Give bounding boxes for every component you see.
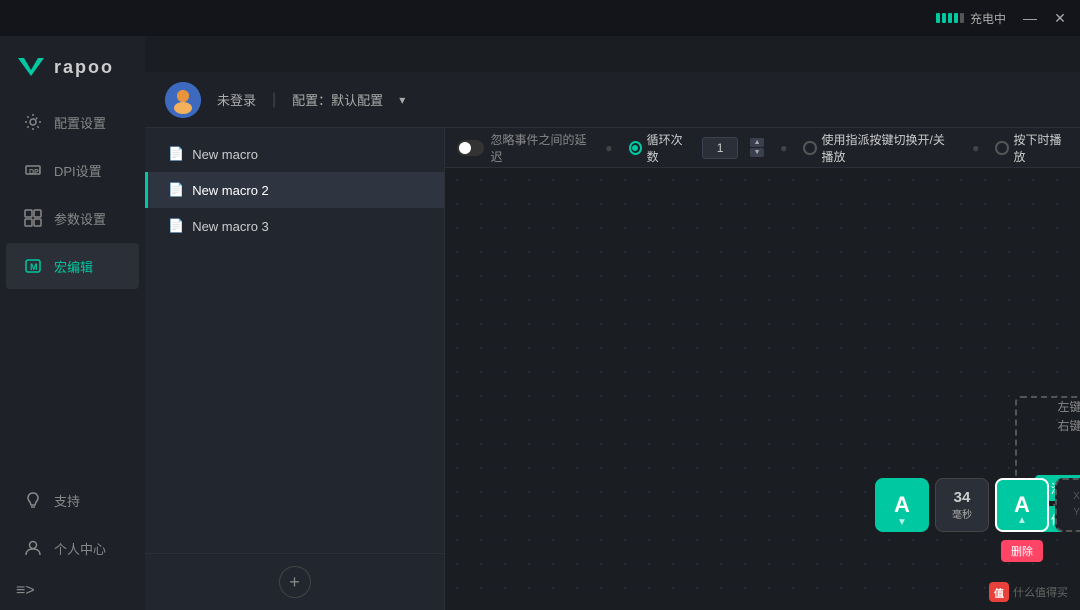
watermark-text: 什么值得买 xyxy=(1013,584,1068,600)
title-bar-controls: — ✕ xyxy=(1022,10,1068,26)
battery-icon xyxy=(936,13,964,23)
node-delay-value: 34 xyxy=(954,489,971,506)
params-label: 参数设置 xyxy=(54,209,106,228)
svg-text:M: M xyxy=(30,262,38,272)
config-label: 配置设置 xyxy=(54,113,106,132)
profile-label: 个人中心 xyxy=(54,539,106,558)
sidebar-item-config[interactable]: 配置设置 xyxy=(6,99,139,145)
app-container: rapoo 配置设置 DPI DPI设置 参数设置 M 宏编辑 xyxy=(0,36,1080,610)
toolbar-sep-3: ● xyxy=(972,141,979,155)
header-divider: | xyxy=(272,91,276,109)
hint-line1: 左键点击选中 xyxy=(1057,400,1080,414)
macro-item-1-label: New macro xyxy=(192,147,258,162)
macro-item-2-label: New macro 2 xyxy=(192,183,269,198)
macro-icon: M xyxy=(22,255,44,277)
minimize-button[interactable]: — xyxy=(1022,10,1038,26)
macro-item-3-label: New macro 3 xyxy=(192,219,269,234)
macro-list: 📄 New macro 📄 New macro 2 📄 New macro 3 xyxy=(145,128,444,553)
svg-text:DPI: DPI xyxy=(29,169,41,176)
user-login-label[interactable]: 未登录 xyxy=(217,90,256,109)
content-area: 📄 New macro 📄 New macro 2 📄 New macro 3 … xyxy=(145,128,1080,610)
dpi-label: DPI设置 xyxy=(54,161,102,180)
logo-text: rapoo xyxy=(54,57,114,78)
hold-radio[interactable]: 按下时播放 xyxy=(995,131,1068,165)
editor-canvas: 左键点击选中 右键点击编辑 按键 添加 延迟 修改 坐标 xyxy=(445,168,1080,610)
node-a2-arrow: ▲ xyxy=(1017,515,1027,526)
params-icon xyxy=(22,207,44,229)
ignore-delay-toggle-group: 忽略事件之间的延迟 xyxy=(457,131,589,165)
delegate-label: 使用指派按键切换开/关播放 xyxy=(822,131,957,165)
delete-node-button[interactable]: 删除 xyxy=(1001,540,1043,562)
delegate-radio[interactable]: 使用指派按键切换开/关播放 xyxy=(803,131,956,165)
node-a1-letter: A xyxy=(894,494,910,516)
macro-item-2[interactable]: 📄 New macro 2 xyxy=(145,172,444,208)
sidebar: rapoo 配置设置 DPI DPI设置 参数设置 M 宏编辑 xyxy=(0,36,145,610)
sidebar-expand-btn[interactable]: ≡> xyxy=(0,572,145,610)
editor-toolbar: 忽略事件之间的延迟 ● 循环次数 ▲ ▼ ● 使用指派按键切换开/关播放 xyxy=(445,128,1080,168)
macro-item-3[interactable]: 📄 New macro 3 xyxy=(145,208,444,244)
node-a2-letter: A xyxy=(1014,494,1030,516)
node-coord1-y: Y: 0 xyxy=(1073,505,1080,521)
watermark-icon: 值 xyxy=(989,582,1009,602)
config-dropdown-icon[interactable]: ▾ xyxy=(399,93,405,107)
user-avatar xyxy=(165,82,201,118)
v-logo xyxy=(16,52,46,82)
logo-area: rapoo xyxy=(0,44,145,98)
hold-label: 按下时播放 xyxy=(1014,131,1069,165)
delegate-radio-dot xyxy=(803,141,816,155)
loop-count-spinners: ▲ ▼ xyxy=(750,138,764,157)
sidebar-item-dpi[interactable]: DPI DPI设置 xyxy=(6,147,139,193)
sidebar-item-profile[interactable]: 个人中心 xyxy=(6,525,139,571)
add-macro-button[interactable]: + xyxy=(279,566,311,598)
macro-list-footer: + xyxy=(145,553,444,610)
loop-count-radio-dot xyxy=(629,141,642,155)
profile-icon xyxy=(22,537,44,559)
toggle-knob xyxy=(459,142,471,154)
loop-count-radio[interactable]: 循环次数 xyxy=(629,131,691,165)
sidebar-item-macro[interactable]: M 宏编辑 xyxy=(6,243,139,289)
macro-item-1[interactable]: 📄 New macro xyxy=(145,136,444,172)
support-label: 支持 xyxy=(54,491,80,510)
toolbar-sep-2: ● xyxy=(780,141,787,155)
sidebar-item-support[interactable]: 支持 xyxy=(6,477,139,523)
macro-list-panel: 📄 New macro 📄 New macro 2 📄 New macro 3 … xyxy=(145,128,445,610)
watermark: 值 什么值得买 xyxy=(989,582,1068,602)
header-bar: 未登录 | 配置：默认配置 ▾ xyxy=(145,72,1080,128)
hint-line2: 右键点击编辑 xyxy=(1057,419,1080,433)
context-hint: 左键点击选中 右键点击编辑 xyxy=(1035,398,1080,436)
title-bar: 充电中 — ✕ xyxy=(0,0,1080,36)
config-section-label: 配置：默认配置 xyxy=(292,90,383,109)
loop-count-label: 循环次数 xyxy=(647,131,691,165)
macro-node-a2[interactable]: A ▲ xyxy=(995,478,1049,532)
ignore-delay-label: 忽略事件之间的延迟 xyxy=(490,131,589,165)
macro-label: 宏编辑 xyxy=(54,257,93,276)
battery-info: 充电中 xyxy=(936,10,1006,27)
loop-count-up[interactable]: ▲ xyxy=(750,138,764,147)
config-icon xyxy=(22,111,44,133)
macro-node-area: A ▼ 34 毫秒 A ▲ 删除 xyxy=(875,478,1080,532)
node-a1-arrow: ▼ xyxy=(897,517,907,528)
dpi-icon: DPI xyxy=(22,159,44,181)
macro-node-a1[interactable]: A ▼ xyxy=(875,478,929,532)
macro-item-3-icon: 📄 xyxy=(168,218,184,234)
macro-editor-panel: 忽略事件之间的延迟 ● 循环次数 ▲ ▼ ● 使用指派按键切换开/关播放 xyxy=(445,128,1080,610)
toolbar-sep-1: ● xyxy=(605,141,612,155)
support-icon xyxy=(22,489,44,511)
node-coord1-x: X: 0 xyxy=(1073,489,1080,505)
macro-item-1-icon: 📄 xyxy=(168,146,184,162)
macro-node-coord1[interactable]: X: 0 Y: 0 xyxy=(1055,478,1080,532)
loop-count-down[interactable]: ▼ xyxy=(750,148,764,157)
macro-item-2-icon: 📄 xyxy=(168,182,184,198)
loop-count-input[interactable] xyxy=(702,137,738,159)
close-button[interactable]: ✕ xyxy=(1052,10,1068,26)
macro-node-delay[interactable]: 34 毫秒 xyxy=(935,478,989,532)
hold-radio-dot xyxy=(995,141,1008,155)
ignore-delay-toggle[interactable] xyxy=(457,140,484,156)
node-delay-sub: 毫秒 xyxy=(952,506,972,521)
macro-node-a2-container: A ▲ 删除 xyxy=(995,478,1049,532)
battery-label: 充电中 xyxy=(970,10,1006,27)
sidebar-item-params[interactable]: 参数设置 xyxy=(6,195,139,241)
